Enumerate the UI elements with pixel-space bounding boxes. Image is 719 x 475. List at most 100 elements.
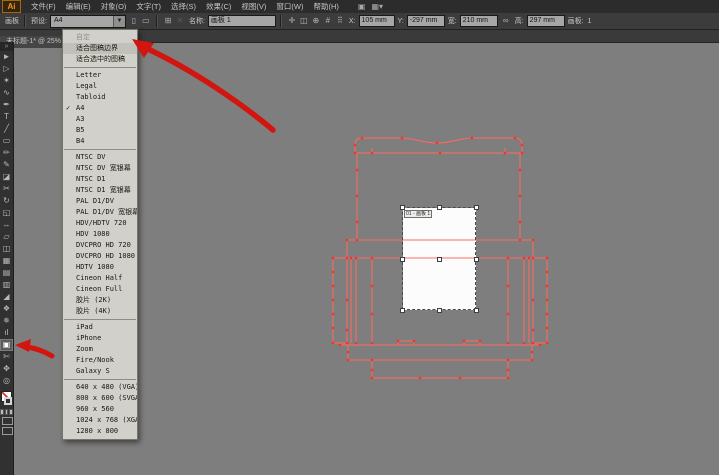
preset-option-Zoom[interactable]: Zoom <box>63 344 137 355</box>
artboard-options-icon[interactable]: ◫ <box>298 15 310 27</box>
selection-tool[interactable]: ► <box>0 51 13 63</box>
artboard-name-input[interactable]: 画板 1 <box>208 15 276 27</box>
hand-tool[interactable]: ✥ <box>0 363 13 375</box>
pencil-tool[interactable]: ✎ <box>0 159 13 171</box>
x-input[interactable]: 105 mm <box>359 15 395 27</box>
preset-option-Cineon Half[interactable]: Cineon Half <box>63 273 137 284</box>
none-button[interactable] <box>9 409 13 415</box>
selection-handle-n[interactable] <box>437 205 442 210</box>
preset-option-1280 x 800[interactable]: 1280 x 800 <box>63 426 137 437</box>
menu-item-编辑(E)[interactable]: 编辑(E) <box>61 0 96 13</box>
menu-item-效果(C)[interactable]: 效果(C) <box>201 0 236 13</box>
landscape-orientation-icon[interactable]: ▭ <box>140 15 152 27</box>
new-artboard-icon[interactable]: ⊞ <box>162 15 174 27</box>
preset-option-PAL D1/DV 宽银幕[interactable]: PAL D1/DV 宽银幕 <box>63 207 137 218</box>
color-button[interactable] <box>0 409 4 415</box>
screen-mode-button[interactable] <box>2 427 13 435</box>
y-input[interactable]: -297 mm <box>407 15 445 27</box>
move-artwork-with-artboard-icon[interactable]: ✛ <box>286 15 298 27</box>
preset-option-HDTV 1080[interactable]: HDTV 1080 <box>63 262 137 273</box>
pen-tool[interactable]: ✒ <box>0 99 13 111</box>
menu-item-帮助(H)[interactable]: 帮助(H) <box>309 0 344 13</box>
portrait-orientation-icon[interactable]: ▯ <box>128 15 140 27</box>
selection-handle-sw[interactable] <box>400 308 405 313</box>
artboard-tool[interactable]: ▣ <box>0 339 13 351</box>
workspace-switcher-icon[interactable]: ▦▾ <box>371 0 383 13</box>
width-input[interactable]: 210 mm <box>460 15 498 27</box>
preset-option-DVCPRO HD 1080[interactable]: DVCPRO HD 1080 <box>63 251 137 262</box>
preset-option-HDV 1080[interactable]: HDV 1080 <box>63 229 137 240</box>
line-segment-tool[interactable]: ╱ <box>0 123 13 135</box>
selection-handle-se[interactable] <box>474 308 479 313</box>
rotate-tool[interactable]: ↻ <box>0 195 13 207</box>
menu-item-文件(F)[interactable]: 文件(F) <box>26 0 61 13</box>
app-logo[interactable]: Ai <box>2 0 21 13</box>
selection-handle-s[interactable] <box>437 308 442 313</box>
arrange-documents-icon[interactable]: ▣ <box>358 0 366 13</box>
type-tool[interactable]: T <box>0 111 13 123</box>
menu-item-选择(S)[interactable]: 选择(S) <box>166 0 201 13</box>
preset-option-Legal[interactable]: Legal <box>63 81 137 92</box>
preset-option-HDV/HDTV 720[interactable]: HDV/HDTV 720 <box>63 218 137 229</box>
symbol-sprayer-tool[interactable]: ✵ <box>0 315 13 327</box>
preset-option-适合图稿边界[interactable]: 适合图稿边界 <box>63 43 137 54</box>
preset-option-Cineon Full[interactable]: Cineon Full <box>63 284 137 295</box>
collapse-panel-button[interactable]: » <box>0 42 13 51</box>
paintbrush-tool[interactable]: ✏ <box>0 147 13 159</box>
preset-option-自定[interactable]: 自定 <box>63 32 137 43</box>
chevron-down-icon[interactable]: ▼ <box>113 16 125 27</box>
preset-option-胶片 (2K)[interactable]: 胶片 (2K) <box>63 295 137 306</box>
preset-option-A4[interactable]: ✓A4 <box>63 103 137 114</box>
constrain-proportions-icon[interactable]: ∞ <box>500 15 512 27</box>
preset-option-iPhone[interactable]: iPhone <box>63 333 137 344</box>
menu-item-视图(V)[interactable]: 视图(V) <box>236 0 271 13</box>
menu-item-文字(T)[interactable]: 文字(T) <box>131 0 166 13</box>
eyedropper-tool[interactable]: ◢ <box>0 291 13 303</box>
preset-option-1024 x 768 (XGA)[interactable]: 1024 x 768 (XGA) <box>63 415 137 426</box>
delete-artboard-icon[interactable]: ✕ <box>174 15 186 27</box>
preset-combobox[interactable]: A4 ▼ <box>50 15 126 28</box>
preset-option-Tabloid[interactable]: Tabloid <box>63 92 137 103</box>
zoom-tool[interactable]: ◎ <box>0 375 13 387</box>
preset-option-iPad[interactable]: iPad <box>63 322 137 333</box>
eraser-tool[interactable]: ◪ <box>0 171 13 183</box>
rectangle-tool[interactable]: ▭ <box>0 135 13 147</box>
preset-option-PAL D1/DV[interactable]: PAL D1/DV <box>63 196 137 207</box>
menu-item-窗口(W)[interactable]: 窗口(W) <box>271 0 308 13</box>
preset-option-NTSC D1 宽银幕[interactable]: NTSC D1 宽银幕 <box>63 185 137 196</box>
scissors-tool[interactable]: ✂ <box>0 183 13 195</box>
slice-tool[interactable]: ✄ <box>0 351 13 363</box>
preset-option-B4[interactable]: B4 <box>63 136 137 147</box>
height-input[interactable]: 297 mm <box>527 15 565 27</box>
gradient-button[interactable] <box>5 409 9 415</box>
preset-option-Galaxy S[interactable]: Galaxy S <box>63 366 137 377</box>
shape-builder-tool[interactable]: ◫ <box>0 243 13 255</box>
preset-option-胶片 (4K)[interactable]: 胶片 (4K) <box>63 306 137 317</box>
preset-option-640 x 480 (VGA)[interactable]: 640 x 480 (VGA) <box>63 382 137 393</box>
preset-option-适合选中的图稿[interactable]: 适合选中的图稿 <box>63 54 137 65</box>
column-graph-tool[interactable]: ıl <box>0 327 13 339</box>
free-transform-tool[interactable]: ▱ <box>0 231 13 243</box>
drawing-mode-button[interactable] <box>2 417 13 425</box>
perspective-grid-tool[interactable]: ▦ <box>0 255 13 267</box>
preset-option-NTSC D1[interactable]: NTSC D1 <box>63 174 137 185</box>
preset-option-Letter[interactable]: Letter <box>63 70 137 81</box>
preset-option-Fire/Nook[interactable]: Fire/Nook <box>63 355 137 366</box>
selection-handle-e[interactable] <box>474 257 479 262</box>
magic-wand-tool[interactable]: ✶ <box>0 75 13 87</box>
preset-option-960 x 560[interactable]: 960 x 560 <box>63 404 137 415</box>
lasso-tool[interactable]: ∿ <box>0 87 13 99</box>
preset-option-DVCPRO HD 720[interactable]: DVCPRO HD 720 <box>63 240 137 251</box>
preset-option-A3[interactable]: A3 <box>63 114 137 125</box>
preset-option-800 x 600 (SVGA)[interactable]: 800 x 600 (SVGA) <box>63 393 137 404</box>
artboard-selection[interactable]: 01 - 画板 1 <box>402 207 476 310</box>
mesh-tool[interactable]: ▤ <box>0 267 13 279</box>
preset-option-NTSC DV[interactable]: NTSC DV <box>63 152 137 163</box>
menu-item-对象(O)[interactable]: 对象(O) <box>96 0 132 13</box>
scale-tool[interactable]: ◱ <box>0 207 13 219</box>
artboard-name-tag[interactable]: 01 - 画板 1 <box>404 210 432 218</box>
selection-handle-w[interactable] <box>400 257 405 262</box>
show-cross-hairs-icon[interactable]: # <box>322 15 334 27</box>
width-tool[interactable]: ↔ <box>0 219 13 231</box>
selection-handle-ne[interactable] <box>474 205 479 210</box>
